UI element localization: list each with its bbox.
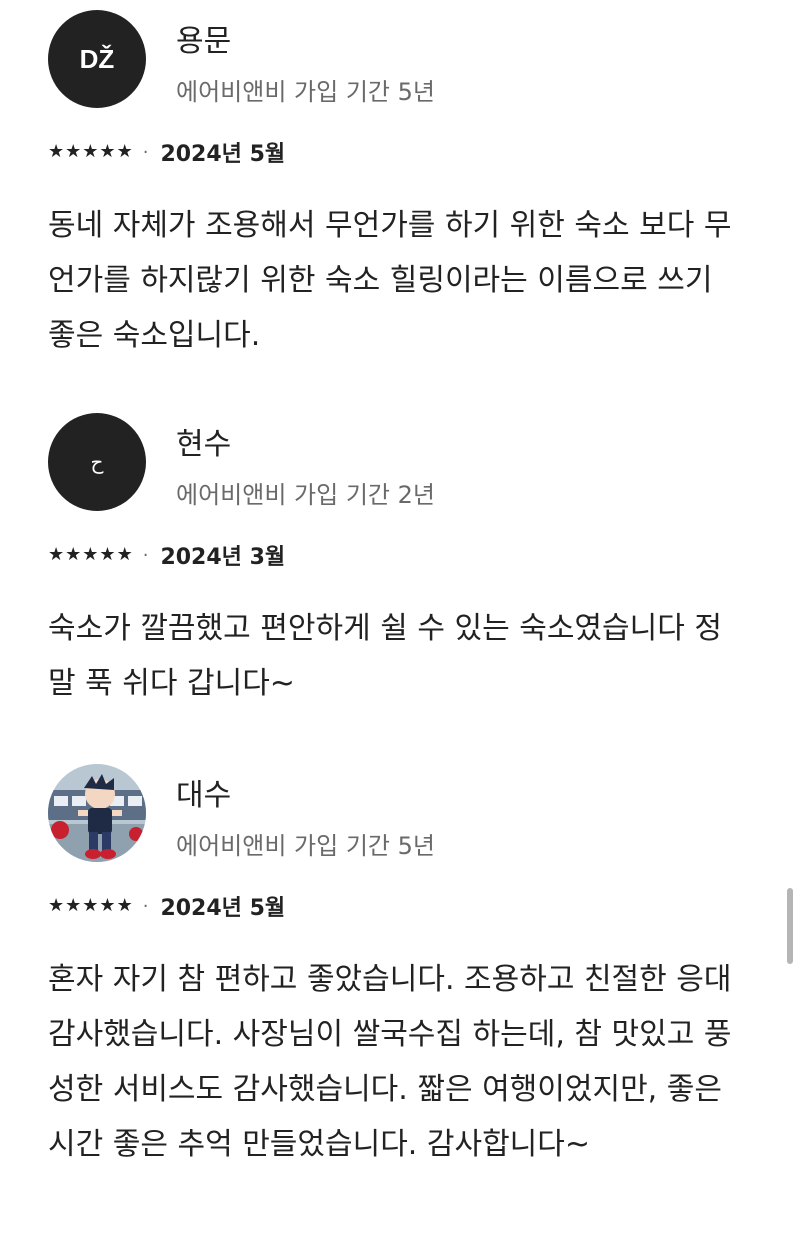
review-text: 동네 자체가 조용해서 무언가를 하기 위한 숙소 보다 무언가를 하지랂기 위… [48,208,732,353]
star-rating: ★ ★ ★ ★ ★ [48,546,133,564]
reviewer-name[interactable]: 대수 [176,770,231,814]
star-icon: ★ [116,544,133,565]
review-date: 2024년 5월 [160,142,286,167]
review-meta: ★ ★ ★ ★ ★ · 2024년 5월 [48,890,285,922]
scrollbar-thumb[interactable] [787,888,793,964]
review-meta: ★ ★ ★ ★ ★ · 2024년 3월 [48,539,285,571]
avatar[interactable]: ح [48,413,146,511]
reviewer-tenure: 에어비앤비 가입 기간 2년 [176,481,435,509]
avatar[interactable]: DŽ [48,10,146,108]
review-text: 혼자 자기 참 편하고 좋았습니다. 조용하고 친절한 응대 감사했습니다. 사… [48,962,732,1162]
star-icon: ★ [82,544,99,565]
avatar-photo[interactable] [48,764,146,862]
star-icon: ★ [116,895,133,916]
star-icon: ★ [48,141,65,162]
star-icon: ★ [65,544,82,565]
robot-figure-icon [48,764,146,862]
star-icon: ★ [48,544,65,565]
star-icon: ★ [99,544,116,565]
reviewer-tenure: 에어비앤비 가입 기간 5년 [176,78,435,106]
reviewer-name[interactable]: 현수 [176,419,231,463]
review-meta: ★ ★ ★ ★ ★ · 2024년 5월 [48,136,285,168]
review-date: 2024년 5월 [160,896,286,921]
avatar-initials: ح [90,451,104,474]
star-icon: ★ [48,895,65,916]
star-icon: ★ [82,141,99,162]
star-icon: ★ [65,895,82,916]
review-card: 대수 에어비앤비 가입 기간 5년 ★ ★ ★ ★ ★ · 2024년 5월 혼… [48,764,748,1224]
star-icon: ★ [65,141,82,162]
separator-dot: · [142,141,149,163]
review-text: 숙소가 깔끔했고 편안하게 쉴 수 있는 숙소였습니다 정말 푹 쉬다 갑니다~ [48,611,722,701]
star-icon: ★ [116,141,133,162]
reviewer-name[interactable]: 용문 [176,16,231,60]
star-icon: ★ [82,895,99,916]
avatar-initials: DŽ [79,43,115,74]
star-icon: ★ [99,141,116,162]
review-card: DŽ 용문 에어비앤비 가입 기간 5년 ★ ★ ★ ★ ★ · 2024년 5… [48,10,748,353]
review-date: 2024년 3월 [160,545,286,570]
reviewer-tenure: 에어비앤비 가입 기간 5년 [176,832,435,860]
star-rating: ★ ★ ★ ★ ★ [48,143,133,161]
star-icon: ★ [99,895,116,916]
separator-dot: · [142,895,149,917]
star-rating: ★ ★ ★ ★ ★ [48,897,133,915]
separator-dot: · [142,544,149,566]
review-card: ح 현수 에어비앤비 가입 기간 2년 ★ ★ ★ ★ ★ · 2024년 3월… [48,413,748,713]
